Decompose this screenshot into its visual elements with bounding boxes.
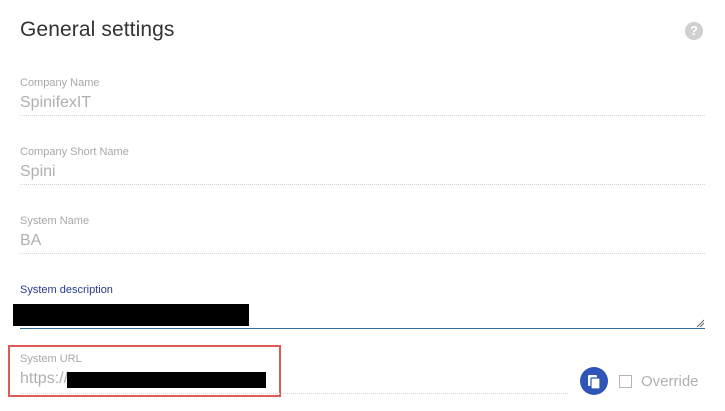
copy-button[interactable] [580, 367, 608, 395]
company-short-name-field[interactable]: Company Short Name Spini [20, 146, 705, 185]
system-url-label: System URL [20, 353, 82, 365]
system-name-field[interactable]: System Name BA [20, 215, 705, 254]
system-description-field[interactable]: System description [13, 284, 705, 329]
override-label: Override [641, 373, 699, 390]
system-name-value[interactable]: BA [20, 231, 705, 254]
general-settings-panel: General settings ? Company Name Spinifex… [0, 0, 725, 411]
company-short-name-value[interactable]: Spini [20, 162, 705, 185]
system-url-prefix: https:// [20, 370, 69, 387]
system-url-underline [20, 393, 568, 394]
page-title: General settings [20, 18, 175, 41]
system-url-value[interactable]: https:// [20, 369, 568, 391]
copy-icon [588, 375, 601, 390]
override-checkbox[interactable] [619, 375, 632, 388]
company-name-label: Company Name [20, 77, 100, 89]
override-control[interactable]: Override [619, 373, 699, 390]
company-name-field[interactable]: Company Name SpinifexIT [20, 77, 705, 116]
company-short-name-label: Company Short Name [20, 146, 129, 158]
redacted-url [67, 372, 266, 388]
system-description-label: System description [20, 284, 113, 296]
resize-handle-icon[interactable] [696, 319, 704, 327]
system-url-field[interactable]: System URL https:// [20, 353, 568, 391]
system-name-label: System Name [20, 215, 90, 227]
redacted-text [13, 304, 249, 326]
system-description-textarea[interactable] [13, 300, 705, 329]
help-icon[interactable]: ? [685, 22, 703, 40]
company-name-value[interactable]: SpinifexIT [20, 93, 705, 116]
